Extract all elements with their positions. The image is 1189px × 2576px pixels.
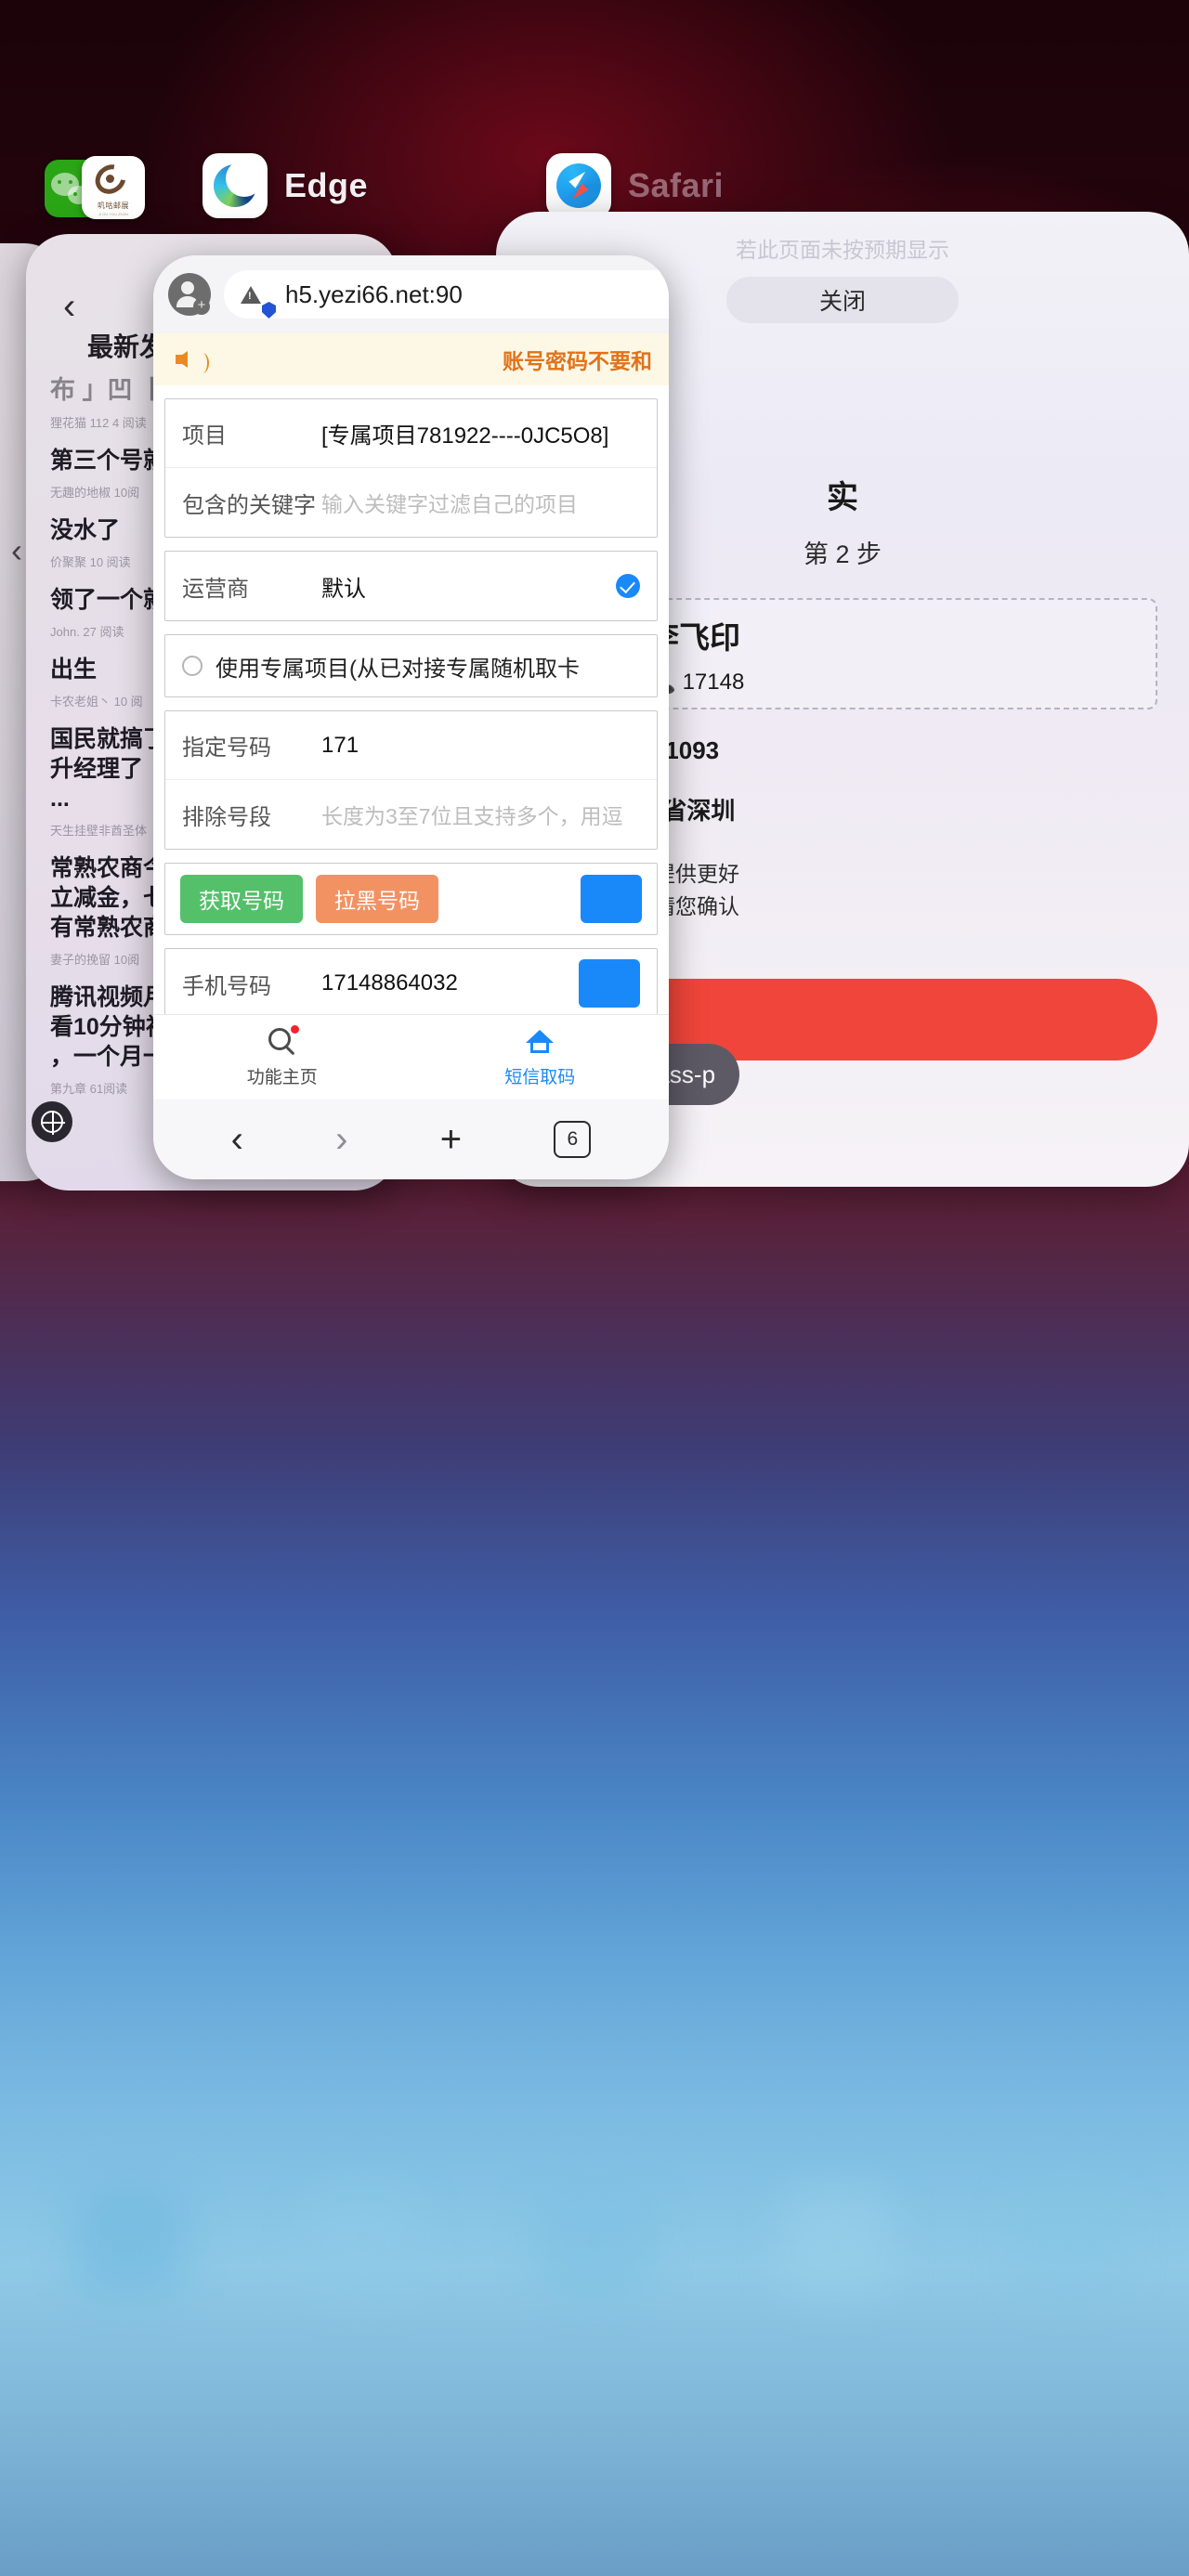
- assign-number-row[interactable]: 指定号码 171: [165, 711, 657, 780]
- operator-label: 运营商: [182, 576, 249, 602]
- app-tab-bar: 功能主页 短信取码: [153, 1014, 669, 1099]
- extra-action-button[interactable]: [581, 875, 642, 923]
- dock-blob: [307, 2186, 418, 2297]
- app-header-koala[interactable]: 叽咕邮展 JI GU YOU ZHAN: [82, 156, 145, 219]
- globe-icon[interactable]: [32, 1101, 72, 1142]
- notice-text: 账号密码不要和: [503, 349, 652, 373]
- exclude-input[interactable]: 长度为3至7位且支持多个，用逗: [321, 799, 623, 830]
- not-secure-warning-icon: [241, 285, 261, 304]
- dock-blob: [539, 2186, 650, 2297]
- dock-blob: [780, 2186, 892, 2297]
- badge-dot: [290, 1025, 299, 1034]
- action-button-row: 获取号码 拉黑号码: [165, 864, 657, 934]
- exclusive-option-row[interactable]: 使用专属项目(从已对接专属随机取卡: [165, 635, 657, 696]
- exclusive-panel: 使用专属项目(从已对接专属随机取卡: [164, 634, 658, 697]
- blacklist-number-button[interactable]: 拉黑号码: [316, 875, 438, 923]
- dock-blob: [74, 2186, 186, 2297]
- tab-label: 功能主页: [246, 1068, 318, 1087]
- app-header-safari[interactable]: Safari: [546, 153, 724, 218]
- project-row[interactable]: 项目 [专属项目781922----0JC5O8]: [165, 399, 657, 468]
- tab-label: 短信取码: [504, 1068, 576, 1087]
- assign-value[interactable]: 171: [321, 733, 359, 759]
- keyword-row[interactable]: 包含的关键字 输入关键字过滤自己的项目: [165, 468, 657, 537]
- safari-icon[interactable]: [546, 153, 611, 218]
- operator-row[interactable]: 运营商 默认: [165, 552, 657, 620]
- koala-icon[interactable]: 叽咕邮展 JI GU YOU ZHAN: [82, 156, 145, 219]
- url-bar[interactable]: h5.yezi66.net:90: [224, 270, 669, 319]
- phone-copy-button[interactable]: [579, 959, 640, 1008]
- edge-icon[interactable]: [203, 153, 268, 218]
- home-icon: [524, 1026, 555, 1058]
- app-header-edge[interactable]: Edge: [203, 153, 368, 218]
- exclusive-label: 使用专属项目(从已对接专属随机取卡: [216, 656, 580, 682]
- keyword-label: 包含的关键字: [182, 492, 316, 518]
- get-number-button[interactable]: 获取号码: [180, 875, 303, 923]
- chevron-right-icon[interactable]: ›: [335, 1121, 347, 1158]
- number-panel: 指定号码 171 排除号段 长度为3至7位且支持多个，用逗: [164, 710, 658, 850]
- koala-icon-subtext: JI GU YOU ZHAN: [98, 212, 128, 216]
- phone-value[interactable]: 17148864032: [321, 970, 458, 996]
- tab-sms-code[interactable]: 短信取码: [412, 1015, 670, 1099]
- app-label-safari: Safari: [628, 166, 725, 204]
- assign-label: 指定号码: [182, 735, 271, 761]
- app-card-edge[interactable]: + h5.yezi66.net:90 账号密码不要和 项目 [专属项目78192…: [153, 255, 669, 1179]
- app-label-edge: Edge: [284, 166, 369, 204]
- check-circle-icon[interactable]: [616, 574, 640, 598]
- tab-function-home[interactable]: 功能主页: [153, 1015, 412, 1099]
- radio-unchecked-icon[interactable]: [182, 656, 203, 676]
- exclude-prefix-row[interactable]: 排除号段 长度为3至7位且支持多个，用逗: [165, 780, 657, 849]
- plus-icon[interactable]: +: [440, 1121, 462, 1158]
- url-text[interactable]: h5.yezi66.net:90: [285, 280, 463, 309]
- close-button[interactable]: 关闭: [726, 277, 959, 323]
- search-icon: [267, 1025, 299, 1058]
- tab-count-button[interactable]: 6: [554, 1121, 592, 1158]
- project-panel: 项目 [专属项目781922----0JC5O8] 包含的关键字 输入关键字过滤…: [164, 398, 658, 538]
- notice-banner: 账号密码不要和: [153, 333, 669, 385]
- project-label: 项目: [182, 423, 227, 449]
- exclude-label: 排除号段: [182, 804, 271, 830]
- shield-icon: [262, 302, 276, 319]
- speaker-icon: [176, 351, 209, 373]
- browser-chrome: + h5.yezi66.net:90: [153, 255, 669, 333]
- keyword-input[interactable]: 输入关键字过滤自己的项目: [321, 487, 578, 518]
- action-panel: 获取号码 拉黑号码: [164, 863, 658, 935]
- dock-blob: [1013, 2186, 1124, 2297]
- operator-panel: 运营商 默认: [164, 551, 658, 621]
- phone-label: 手机号码: [182, 973, 271, 999]
- operator-value[interactable]: 默认: [321, 570, 366, 603]
- chevron-left-icon[interactable]: ‹: [11, 531, 22, 570]
- phone-row[interactable]: 手机号码 17148864032: [165, 949, 657, 1018]
- browser-nav-bar: ‹ › + 6: [153, 1099, 669, 1179]
- chevron-left-icon[interactable]: ‹: [63, 288, 75, 325]
- koala-icon-text: 叽咕邮展: [98, 202, 129, 210]
- chevron-left-icon[interactable]: ‹: [231, 1121, 243, 1158]
- project-value[interactable]: [专属项目781922----0JC5O8]: [321, 417, 608, 449]
- profile-add-icon[interactable]: +: [168, 273, 211, 316]
